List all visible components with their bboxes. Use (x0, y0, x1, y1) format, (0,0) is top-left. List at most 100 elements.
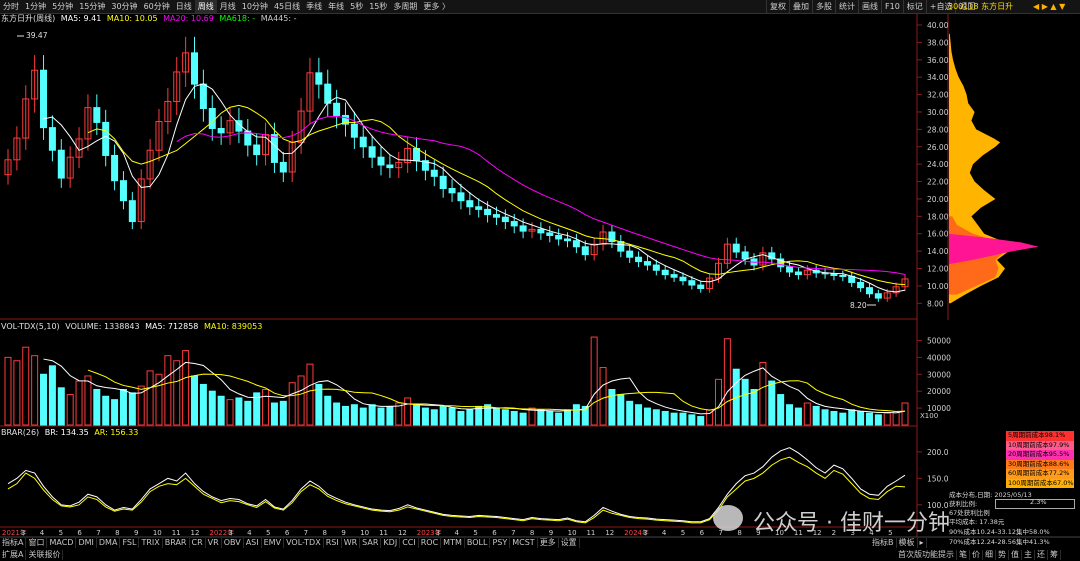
indicator-tab-23[interactable]: MCST (510, 538, 538, 548)
candle (102, 121, 110, 156)
volume-bar (84, 375, 92, 426)
bottom-right-button-2[interactable]: 价 (970, 550, 983, 560)
x-axis-label: 4 (662, 529, 667, 537)
bottom-right-button-7[interactable]: 还 (1035, 550, 1048, 560)
price-tick-label: 14.00 (927, 247, 949, 256)
volume-bar (182, 350, 190, 426)
indicator-tab-14[interactable]: RSI (324, 538, 342, 548)
price-tick-label: 16.00 (927, 230, 949, 239)
candle (501, 216, 509, 223)
indicator-tab-1[interactable]: 窗口 (26, 538, 48, 548)
volume-bar (794, 407, 802, 426)
volume-bar (173, 360, 181, 426)
candle (564, 238, 572, 242)
x-axis-label: 5 (59, 529, 63, 537)
volume-bar (652, 409, 660, 426)
indicator-tab-18[interactable]: CCI (400, 538, 419, 548)
bottom-tab-0[interactable]: 扩展A (0, 550, 27, 560)
indicator-tab-8[interactable]: CR (190, 538, 206, 548)
ma10-line (87, 104, 906, 286)
vol-unit: X100 (920, 412, 938, 420)
cost-legend-item-5: 100周期前成本67.0% (1006, 478, 1074, 488)
volume-bar (421, 407, 429, 426)
volume-bar (31, 355, 39, 426)
candle (208, 107, 216, 129)
candle (475, 206, 483, 210)
candle (350, 123, 358, 138)
volume-bar (235, 397, 243, 426)
indicator-tab-17[interactable]: KDJ (381, 538, 401, 548)
indicator-tab-11[interactable]: ASI (244, 538, 262, 548)
indicator-tab-16[interactable]: SAR (360, 538, 382, 548)
indicator-tab-0[interactable]: 指标A (0, 538, 27, 548)
x-axis-label: 7 (96, 529, 100, 537)
indicator-right-button-2[interactable]: ▸ (918, 538, 927, 548)
volume-bar (324, 395, 332, 426)
volume-bar (741, 378, 749, 426)
volume-bar (519, 412, 527, 426)
indicator-tab-7[interactable]: BRAR (163, 538, 190, 548)
bottom-tab-1[interactable]: 关联报价 (26, 550, 64, 560)
volume-bar (492, 407, 500, 426)
candle (199, 83, 207, 109)
candle (537, 228, 545, 234)
volume-bar (75, 380, 83, 426)
price-tick-label: 10.00 (927, 282, 949, 291)
price-tick-label: 18.00 (927, 212, 949, 221)
indicator-tab-19[interactable]: ROC (419, 538, 442, 548)
indicator-tab-6[interactable]: TRIX (139, 538, 163, 548)
volume-bar (270, 402, 278, 426)
candle (617, 241, 625, 252)
volume-bar (48, 365, 56, 426)
candle (48, 127, 56, 151)
volume-bar (901, 402, 909, 426)
indicator-tab-3[interactable]: DMI (76, 538, 97, 548)
candle (865, 287, 873, 295)
indicator-tab-9[interactable]: VR (206, 538, 222, 548)
indicator-right-button-1[interactable]: 模板 (897, 538, 918, 548)
volume-bar (306, 363, 314, 426)
indicator-tab-24[interactable]: 更多 (538, 538, 559, 548)
volume-bar (537, 409, 545, 426)
bottom-right-button-8[interactable]: 筹 (1048, 550, 1061, 560)
candle (643, 261, 651, 266)
candle (794, 271, 802, 276)
vol-tick-label: 40000 (927, 353, 951, 362)
bottom-right-button-6[interactable]: 主 (1022, 550, 1035, 560)
candle (191, 52, 199, 85)
wechat-icon (713, 505, 743, 531)
price-tick-label: 30.00 (927, 108, 949, 117)
x-axis-label: 9 (341, 529, 345, 537)
bottom-right-button-4[interactable]: 势 (996, 550, 1009, 560)
price-tick-label: 38.00 (927, 38, 949, 47)
cost-legend-item-2: 20周期前成本95.5% (1006, 450, 1074, 460)
indicator-tab-21[interactable]: BOLL (465, 538, 491, 548)
bottom-right-button-1[interactable]: 笔 (957, 550, 970, 560)
indicator-tab-2[interactable]: MACD (47, 538, 77, 548)
indicator-tab-22[interactable]: PSY (490, 538, 511, 548)
candle (874, 293, 882, 299)
volume-bar (164, 355, 172, 426)
kline-chart[interactable]: 40.0038.0036.0034.0032.0030.0028.0026.00… (0, 0, 1080, 561)
bottom-right-button-0[interactable]: 首次版功能提示 (896, 550, 957, 560)
indicator-tab-20[interactable]: MTM (441, 538, 465, 548)
indicator-tab-13[interactable]: VOL-TDX (284, 538, 324, 548)
indicator-tab-4[interactable]: DMA (97, 538, 121, 548)
volume-bar (111, 399, 119, 426)
bottom-right-button-3[interactable]: 细 (983, 550, 996, 560)
indicator-tab-25[interactable]: 设置 (559, 538, 580, 548)
x-axis-label: 7 (304, 529, 308, 537)
candle (519, 225, 527, 232)
indicator-tab-12[interactable]: EMV (262, 538, 285, 548)
cost-legend-item-0: 5周期前成本98.1% (1006, 431, 1074, 441)
x-axis-label: 8 (323, 529, 327, 537)
x-axis-label: 6 (285, 529, 290, 537)
indicator-right-button-0[interactable]: 指标B (870, 538, 897, 548)
bottom-right-button-5[interactable]: 值 (1009, 550, 1022, 560)
indicator-tab-15[interactable]: WR (342, 538, 361, 548)
indicator-tab-10[interactable]: OBV (222, 538, 244, 548)
candle (635, 256, 643, 263)
low-price-label: 8.20 (850, 301, 867, 310)
volume-bar (848, 409, 856, 426)
indicator-tab-5[interactable]: FSL (120, 538, 140, 548)
